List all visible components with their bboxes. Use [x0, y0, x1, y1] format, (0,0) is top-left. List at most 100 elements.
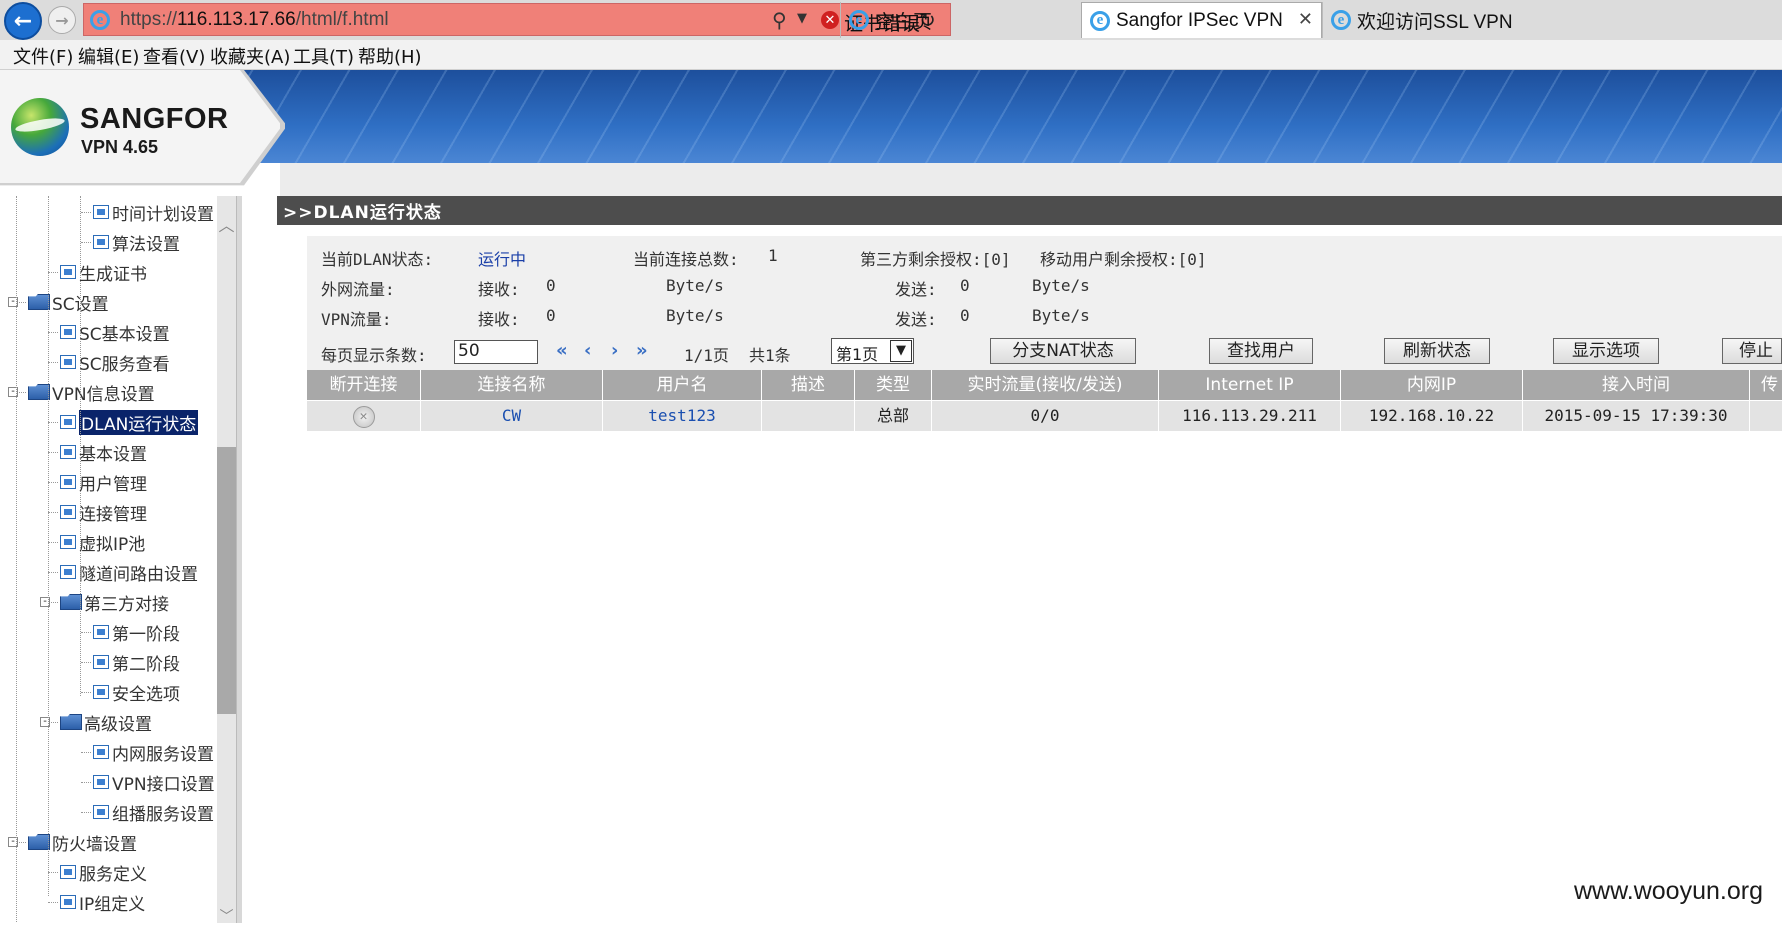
- sidebar-item-label: SC基本设置: [79, 324, 170, 345]
- table-cell: 2015-09-15 17:39:30: [1523, 401, 1750, 431]
- sidebar-item[interactable]: SC设置: [28, 289, 109, 315]
- sidebar-tree: 时间计划设置 算法设置 生成证书 SC设置 - SC基本设置 SC服务查看 VPN信息设置 - D…: [0, 196, 243, 923]
- display-options-button[interactable]: 显示选项: [1553, 338, 1659, 364]
- sidebar-item[interactable]: 基本设置: [60, 439, 147, 465]
- sidebar-item-label: 隧道间路由设置: [79, 564, 198, 585]
- column-header[interactable]: 描述: [762, 370, 855, 400]
- sidebar-item-label: 用户管理: [79, 474, 147, 495]
- back-button-icon[interactable]: ←: [4, 2, 42, 40]
- sidebar-item[interactable]: SC服务查看: [60, 349, 170, 375]
- menu-file[interactable]: 文件(F): [13, 43, 73, 69]
- search-icon[interactable]: ⚲: [772, 8, 787, 32]
- cert-error-icon[interactable]: ✕: [821, 11, 839, 29]
- sidebar-item[interactable]: 第二阶段: [93, 649, 180, 675]
- sidebar-item[interactable]: 第三方对接: [60, 589, 169, 615]
- chevron-down-icon[interactable]: ▼: [797, 11, 807, 26]
- last-page-icon[interactable]: »: [636, 340, 648, 361]
- tree-connector: [48, 512, 58, 513]
- sidebar-item-label: 虚拟IP池: [79, 534, 146, 555]
- nat-status-button[interactable]: 分支NAT状态: [990, 338, 1136, 364]
- sidebar-item[interactable]: IP组定义: [60, 889, 145, 915]
- sidebar-item[interactable]: 连接管理: [60, 499, 147, 525]
- menu-bar: 文件(F) 编辑(E) 查看(V) 收藏夹(A) 工具(T) 帮助(H): [0, 40, 1782, 70]
- vpn-recv-label: 接收:: [478, 310, 520, 329]
- address-bar[interactable]: e https://116.113.17.66/html/f.html ⚲ ▼ …: [83, 3, 951, 36]
- sidebar-item[interactable]: 防火墙设置: [28, 829, 137, 855]
- vpn-send-value: 0: [960, 306, 970, 325]
- first-page-icon[interactable]: «: [556, 340, 568, 361]
- column-header[interactable]: 接入时间: [1523, 370, 1750, 400]
- page-icon: [60, 355, 76, 369]
- column-header[interactable]: 传: [1750, 370, 1782, 400]
- per-page-input[interactable]: 50: [454, 340, 538, 364]
- sidebar-item[interactable]: 用户管理: [60, 469, 147, 495]
- column-header[interactable]: 连接名称: [421, 370, 603, 400]
- close-icon[interactable]: ✕: [1298, 9, 1313, 30]
- connection-count-label: 当前连接总数:: [633, 250, 739, 269]
- scroll-down-icon[interactable]: ﹀: [217, 906, 236, 925]
- sidebar-item[interactable]: 生成证书: [60, 259, 147, 285]
- sidebar-item[interactable]: 高级设置: [60, 709, 152, 735]
- dlan-status-value: 运行中: [478, 250, 527, 269]
- menu-tools[interactable]: 工具(T): [293, 43, 354, 69]
- folder-icon: [60, 714, 82, 730]
- tree-connector: [48, 902, 58, 903]
- sidebar-item[interactable]: SC基本设置: [60, 319, 170, 345]
- tree-connector: [48, 542, 58, 543]
- vpn-traffic-label: VPN流量:: [321, 310, 392, 329]
- column-header[interactable]: 断开连接: [307, 370, 421, 400]
- forward-button-icon[interactable]: →: [48, 6, 76, 34]
- sidebar-item[interactable]: 第一阶段: [93, 619, 180, 645]
- menu-favorites[interactable]: 收藏夹(A): [210, 43, 290, 69]
- sidebar-item[interactable]: VPN信息设置: [28, 379, 155, 405]
- prev-page-icon[interactable]: ‹: [584, 340, 591, 361]
- menu-help[interactable]: 帮助(H): [358, 43, 422, 69]
- sidebar-item-label: SC服务查看: [79, 354, 170, 375]
- column-header[interactable]: 实时流量(接收/发送): [932, 370, 1159, 400]
- vpn-send-label: 发送:: [895, 310, 937, 329]
- tree-connector: [48, 272, 58, 273]
- header-strip: [280, 163, 1782, 196]
- tree-connector: [81, 752, 91, 753]
- address-url[interactable]: https://116.113.17.66/html/f.html: [120, 9, 389, 31]
- stop-service-button[interactable]: 停止服: [1722, 338, 1782, 364]
- sidebar-item-label: IP组定义: [79, 894, 146, 915]
- page-select[interactable]: 第1页 ▼: [831, 338, 914, 364]
- column-header[interactable]: 内网IP: [1341, 370, 1523, 400]
- sidebar-item[interactable]: 服务定义: [60, 859, 147, 885]
- scrollbar-thumb[interactable]: [217, 447, 236, 714]
- sidebar-item[interactable]: 虚拟IP池: [60, 529, 145, 555]
- table-cell[interactable]: test123: [603, 401, 762, 431]
- column-header[interactable]: Internet IP: [1159, 370, 1341, 400]
- refresh-status-button[interactable]: 刷新状态: [1384, 338, 1490, 364]
- wan-recv-value: 0: [546, 276, 556, 295]
- chevron-down-icon[interactable]: ▼: [890, 340, 912, 362]
- sidebar-item[interactable]: 组播服务设置: [93, 799, 214, 825]
- frame-divider[interactable]: [236, 196, 242, 923]
- sidebar-item[interactable]: 内网服务设置: [93, 739, 214, 765]
- sidebar-item[interactable]: 安全选项: [93, 679, 180, 705]
- tab-sangfor-ipsec[interactable]: e Sangfor IPSec VPN ✕: [1081, 2, 1322, 38]
- page-icon: [60, 505, 76, 519]
- page-icon: [93, 235, 109, 249]
- sidebar-item[interactable]: 算法设置: [93, 229, 180, 255]
- sidebar-item[interactable]: 时间计划设置: [93, 199, 214, 225]
- page-icon: [93, 805, 109, 819]
- sidebar-item[interactable]: VPN接口设置: [93, 769, 215, 795]
- tab-blank[interactable]: e 空白页: [840, 2, 1081, 38]
- tab-ssl-vpn[interactable]: e 欢迎访问SSL VPN: [1322, 2, 1782, 38]
- tree-connector: [81, 632, 91, 633]
- next-page-icon[interactable]: ›: [611, 340, 618, 361]
- sidebar-item-label: 内网服务设置: [112, 744, 214, 765]
- column-header[interactable]: 用户名: [603, 370, 762, 400]
- disconnect-icon[interactable]: ✕: [352, 405, 375, 428]
- menu-edit[interactable]: 编辑(E): [78, 43, 139, 69]
- menu-view[interactable]: 查看(V): [143, 43, 205, 69]
- find-user-button[interactable]: 查找用户: [1209, 338, 1313, 364]
- table-cell[interactable]: CW: [421, 401, 603, 431]
- column-header[interactable]: 类型: [855, 370, 932, 400]
- page-icon: [60, 475, 76, 489]
- folder-icon: [28, 384, 50, 400]
- folder-icon: [28, 294, 50, 310]
- scroll-up-icon[interactable]: ︿: [217, 212, 236, 235]
